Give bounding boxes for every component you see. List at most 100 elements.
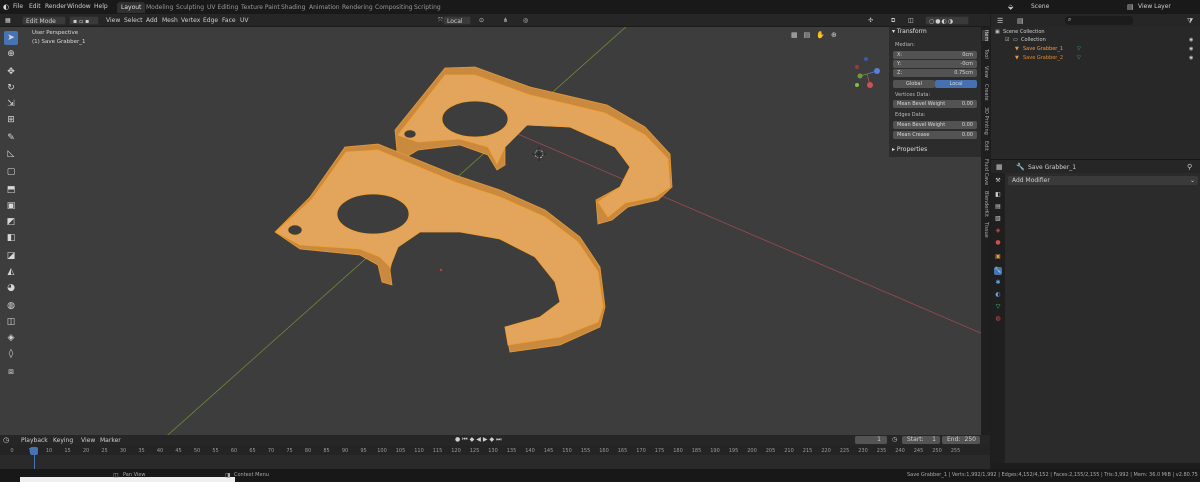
- menu-window[interactable]: Window: [67, 3, 91, 10]
- navigation-gizmo[interactable]: [855, 57, 880, 88]
- 3d-viewport[interactable]: User Perspective (1) Save Grabber_1 ▦▤✋⊕: [0, 27, 990, 435]
- start-frame-field[interactable]: Start: 1: [902, 436, 940, 444]
- timeline-editor-icon[interactable]: ◷: [3, 436, 9, 444]
- outliner-row-object-2[interactable]: ▼ Save Grabber_2 ▽ ◉: [991, 54, 1200, 62]
- rip-region-tool-icon[interactable]: ⧈: [4, 365, 18, 379]
- tl-menu-view[interactable]: View: [81, 437, 95, 444]
- cursor-tool-icon[interactable]: ⊕: [4, 47, 18, 61]
- global-toggle[interactable]: Global: [893, 80, 935, 88]
- grid-view-icon[interactable]: ▤: [804, 31, 817, 39]
- playhead[interactable]: [30, 447, 38, 455]
- mean-crease-field[interactable]: Mean Crease 0.00: [893, 131, 977, 139]
- tab-view[interactable]: View: [982, 66, 989, 78]
- poly-build-tool-icon[interactable]: ◭: [4, 265, 18, 279]
- view-layer-props-icon[interactable]: ▧: [994, 215, 1002, 223]
- camera-view-icon[interactable]: ▦: [791, 31, 804, 39]
- shear-tool-icon[interactable]: ◊: [4, 347, 18, 361]
- play-icon[interactable]: ▶: [483, 436, 490, 443]
- knife-tool-icon[interactable]: ◪: [4, 249, 18, 263]
- view-layer-icon[interactable]: ▤: [1127, 3, 1134, 11]
- tl-menu-keying[interactable]: Keying: [53, 437, 73, 444]
- select-box-tool-icon[interactable]: ➤: [4, 31, 18, 45]
- bevel-tool-icon[interactable]: ◩: [4, 215, 18, 229]
- loop-cut-tool-icon[interactable]: ◧: [4, 231, 18, 245]
- tab-3d-printing[interactable]: 3D Printing: [982, 107, 989, 135]
- workspace-tab-scripting[interactable]: Scripting: [410, 2, 445, 13]
- scene-icon[interactable]: ⬙: [1008, 3, 1013, 11]
- tab-tissue[interactable]: Tissue: [982, 222, 989, 238]
- outliner-row-scene-collection[interactable]: ▣ Scene Collection: [991, 28, 1200, 36]
- menu-file[interactable]: File: [13, 3, 23, 10]
- outliner-row-collection[interactable]: ☑ ▭ Collection ◉: [991, 36, 1200, 44]
- shading-mode-buttons[interactable]: ○●◐◑: [925, 16, 969, 25]
- orientation-dropdown[interactable]: Local: [443, 16, 471, 25]
- annotate-tool-icon[interactable]: ✎: [4, 131, 18, 145]
- extrude-tool-icon[interactable]: ⬒: [4, 183, 18, 197]
- jump-start-icon[interactable]: ⏮: [462, 436, 469, 443]
- pan-hand-icon[interactable]: ✋: [816, 31, 831, 39]
- edge-slide-tool-icon[interactable]: ◫: [4, 315, 18, 329]
- jump-end-icon[interactable]: ⏭: [496, 436, 503, 443]
- median-z-field[interactable]: Z: 0.75cm: [893, 69, 977, 77]
- tool-props-icon[interactable]: ⚒: [994, 177, 1002, 185]
- 3d-cursor-icon[interactable]: [532, 147, 546, 161]
- zoom-icon[interactable]: ⊕: [831, 31, 843, 39]
- rotate-tool-icon[interactable]: ↻: [4, 81, 18, 95]
- outliner-editor-icon[interactable]: ☰: [997, 17, 1003, 25]
- display-mode-icon[interactable]: ▤: [1017, 17, 1024, 25]
- shrink-fatten-tool-icon[interactable]: ◈: [4, 331, 18, 345]
- xray-toggle-icon[interactable]: ◫: [905, 16, 917, 25]
- properties-section-header[interactable]: ▸ Properties: [892, 146, 927, 156]
- checkbox-icon[interactable]: ☑: [1005, 36, 1009, 44]
- measure-tool-icon[interactable]: ◺: [4, 147, 18, 161]
- snap-icon[interactable]: ⋔: [500, 16, 511, 25]
- vertex-mean-bevel-weight-field[interactable]: Mean Bevel Weight 0.00: [893, 100, 977, 108]
- output-props-icon[interactable]: ▤: [994, 203, 1002, 211]
- timeline-area[interactable]: 0510152025303540455055606570758085909510…: [0, 445, 990, 469]
- pivot-icon[interactable]: ⊙: [476, 16, 487, 25]
- select-mode-buttons[interactable]: ▪▫▪: [69, 16, 99, 25]
- vp-menu-select[interactable]: Select: [121, 16, 146, 25]
- visibility-eye-icon[interactable]: ◉: [1189, 36, 1193, 44]
- inset-tool-icon[interactable]: ▣: [4, 199, 18, 213]
- median-x-field[interactable]: X: 0cm: [893, 51, 977, 59]
- vp-menu-uv[interactable]: UV: [237, 16, 252, 25]
- mode-selector[interactable]: Edit Mode: [22, 16, 66, 25]
- overlay-toggle-icon[interactable]: ⧉: [888, 16, 898, 25]
- move-tool-icon[interactable]: ✥: [4, 65, 18, 79]
- menu-help[interactable]: Help: [94, 3, 108, 10]
- spin-tool-icon[interactable]: ◕: [4, 281, 18, 295]
- median-y-field[interactable]: Y: -0cm: [893, 60, 977, 68]
- menu-render[interactable]: Render: [45, 3, 66, 10]
- menu-edit[interactable]: Edit: [29, 3, 41, 10]
- edge-mean-bevel-weight-field[interactable]: Mean Bevel Weight 0.00: [893, 121, 977, 129]
- mesh-data-icon[interactable]: ▽: [1077, 54, 1081, 62]
- object-props-icon[interactable]: ▣: [994, 253, 1002, 261]
- mesh-save-grabber-1[interactable]: [274, 143, 606, 353]
- end-frame-field[interactable]: End: 250: [942, 436, 980, 444]
- view-layer-name[interactable]: View Layer: [1138, 3, 1171, 10]
- tab-create[interactable]: Create: [982, 84, 989, 101]
- tab-fluid-cave[interactable]: Fluid Cave: [982, 159, 989, 185]
- physics-props-icon[interactable]: ◐: [994, 291, 1002, 299]
- transform-section-header[interactable]: ▾ Transform: [892, 28, 927, 38]
- scene-props-icon[interactable]: ◈: [994, 227, 1002, 235]
- filter-icon[interactable]: ⧩: [1187, 17, 1193, 26]
- outliner-row-object-1[interactable]: ▼ Save Grabber_1 ▽ ◉: [991, 45, 1200, 53]
- material-props-icon[interactable]: ◍: [994, 315, 1002, 323]
- proportional-edit-icon[interactable]: ◎: [520, 16, 531, 25]
- world-props-icon[interactable]: ●: [994, 239, 1002, 247]
- visibility-eye-icon[interactable]: ◉: [1189, 45, 1193, 53]
- tl-menu-playback[interactable]: Playback: [21, 437, 48, 444]
- frame-ruler[interactable]: 0510152025303540455055606570758085909510…: [0, 445, 990, 455]
- pin-icon[interactable]: ⚲: [1187, 163, 1192, 171]
- particles-props-icon[interactable]: ✱: [994, 279, 1002, 287]
- tab-blenderkit[interactable]: BlenderKit: [982, 191, 989, 217]
- local-toggle[interactable]: Local: [935, 80, 977, 88]
- smooth-tool-icon[interactable]: ◍: [4, 299, 18, 313]
- modifier-props-icon[interactable]: 🔧: [994, 267, 1002, 275]
- add-modifier-dropdown[interactable]: Add Modifier ⌄: [1008, 176, 1198, 185]
- scale-tool-icon[interactable]: ⇲: [4, 97, 18, 111]
- render-props-icon[interactable]: ◧: [994, 191, 1002, 199]
- tab-edit[interactable]: Edit: [982, 141, 989, 151]
